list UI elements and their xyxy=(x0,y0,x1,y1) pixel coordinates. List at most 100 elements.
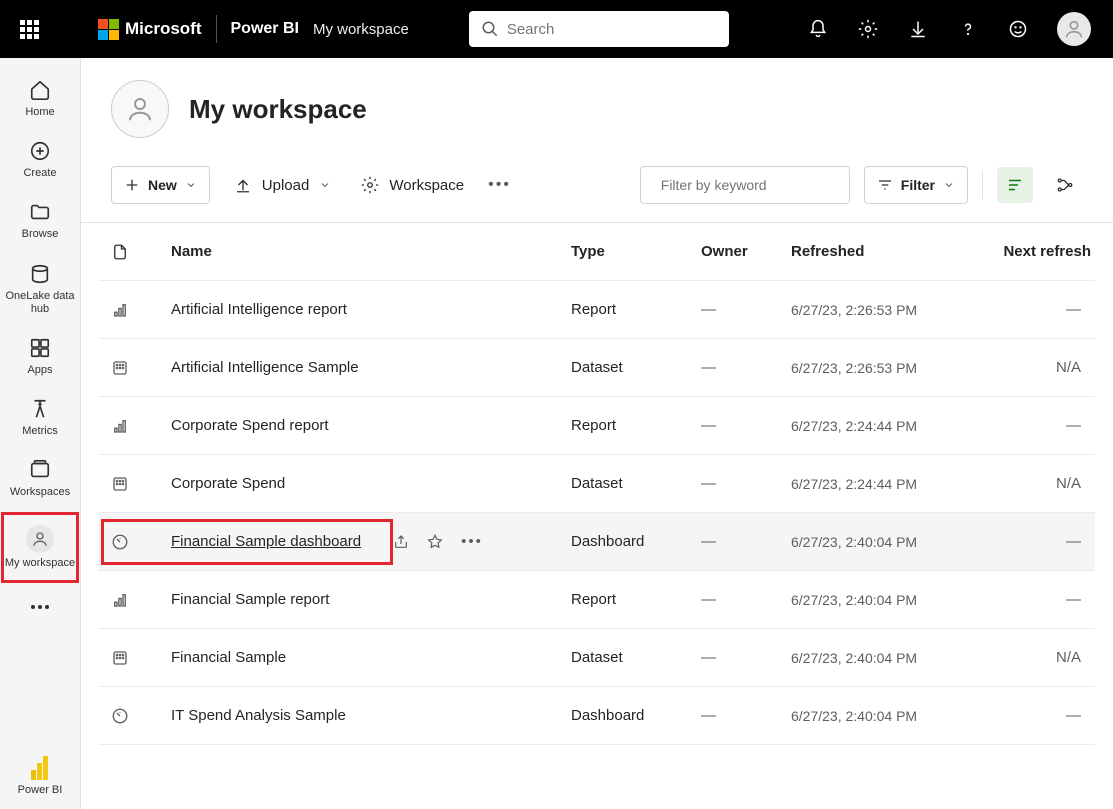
dashboard-icon xyxy=(111,533,171,551)
nav-create[interactable]: Create xyxy=(5,131,75,192)
col-type[interactable]: Type xyxy=(571,243,701,260)
lineage-view-button[interactable] xyxy=(1047,167,1083,203)
chevron-down-icon xyxy=(185,179,197,191)
nav-browse[interactable]: Browse xyxy=(5,192,75,253)
item-name[interactable]: Artificial Intelligence Sample xyxy=(171,359,359,376)
item-next-refresh: N/A xyxy=(961,649,1091,666)
nav-label: Browse xyxy=(22,228,59,241)
item-owner: — xyxy=(701,591,791,608)
report-icon xyxy=(111,301,171,319)
nav-label: Home xyxy=(25,106,54,119)
toolbar: New Upload Workspace ••• Filte xyxy=(81,166,1113,223)
item-type: Dataset xyxy=(571,649,701,666)
item-name[interactable]: IT Spend Analysis Sample xyxy=(171,707,346,724)
global-search[interactable] xyxy=(469,11,729,47)
item-owner: — xyxy=(701,359,791,376)
filter-keyword-field[interactable] xyxy=(661,177,842,193)
item-next-refresh: — xyxy=(961,417,1091,434)
metrics-icon xyxy=(28,397,52,421)
header-actions xyxy=(807,12,1101,46)
nav-my-workspace[interactable]: My workspace xyxy=(1,512,79,583)
nav-apps[interactable]: Apps xyxy=(5,328,75,389)
table-row[interactable]: IT Spend Analysis SampleDashboard—6/27/2… xyxy=(99,687,1095,745)
item-next-refresh: N/A xyxy=(961,359,1091,376)
settings-icon[interactable] xyxy=(857,18,879,40)
dataset-icon xyxy=(111,649,171,667)
col-owner[interactable]: Owner xyxy=(701,243,791,260)
filter-label: Filter xyxy=(901,177,935,193)
item-next-refresh: — xyxy=(961,707,1091,724)
upload-label: Upload xyxy=(262,177,310,194)
item-name[interactable]: Financial Sample dashboard xyxy=(171,533,361,550)
table-row[interactable]: Artificial Intelligence SampleDataset—6/… xyxy=(99,339,1095,397)
nav-workspaces[interactable]: Workspaces xyxy=(5,450,75,511)
col-refreshed[interactable]: Refreshed xyxy=(791,243,961,260)
item-name[interactable]: Corporate Spend report xyxy=(171,417,329,434)
table-row[interactable]: Financial Sample reportReport—6/27/23, 2… xyxy=(99,571,1095,629)
app-launcher-icon[interactable] xyxy=(12,12,46,46)
table-body: Artificial Intelligence reportReport—6/2… xyxy=(99,281,1095,745)
item-owner: — xyxy=(701,707,791,724)
toolbar-more-button[interactable]: ••• xyxy=(488,176,511,194)
new-label: New xyxy=(148,177,177,193)
header-workspace-name: My workspace xyxy=(313,21,409,38)
table-row[interactable]: Financial SampleDataset—6/27/23, 2:40:04… xyxy=(99,629,1095,687)
more-icon xyxy=(28,595,52,619)
list-view-button[interactable] xyxy=(997,167,1033,203)
filter-keyword-input[interactable] xyxy=(640,166,850,204)
item-type: Dataset xyxy=(571,475,701,492)
nav-onelake[interactable]: OneLake data hub xyxy=(5,254,75,328)
workspace-header: My workspace xyxy=(81,80,1113,166)
table-header: Name Type Owner Refreshed Next refresh xyxy=(99,223,1095,281)
nav-powerbi-footer[interactable]: Power BI xyxy=(5,748,75,809)
table-row[interactable]: Financial Sample dashboard•••Dashboard—6… xyxy=(99,513,1095,571)
item-name[interactable]: Artificial Intelligence report xyxy=(171,301,347,318)
search-input[interactable] xyxy=(507,21,717,38)
item-owner: — xyxy=(701,301,791,318)
help-icon[interactable] xyxy=(957,18,979,40)
chevron-down-icon xyxy=(943,179,955,191)
item-name[interactable]: Financial Sample report xyxy=(171,591,329,608)
upload-button[interactable]: Upload xyxy=(228,176,338,194)
item-name[interactable]: Corporate Spend xyxy=(171,475,285,492)
workspace-settings-button[interactable]: Workspace xyxy=(355,176,470,194)
row-more-icon[interactable]: ••• xyxy=(461,533,483,550)
notifications-icon[interactable] xyxy=(807,18,829,40)
filter-button[interactable]: Filter xyxy=(864,166,968,204)
new-button[interactable]: New xyxy=(111,166,210,204)
left-nav: Home Create Browse OneLake data hub Apps… xyxy=(0,58,81,809)
item-type: Report xyxy=(571,591,701,608)
item-refreshed: 6/27/23, 2:40:04 PM xyxy=(791,534,961,550)
nav-metrics[interactable]: Metrics xyxy=(5,389,75,450)
gear-icon xyxy=(361,176,379,194)
col-name[interactable]: Name xyxy=(171,243,571,260)
item-refreshed: 6/27/23, 2:40:04 PM xyxy=(791,708,961,724)
col-icon xyxy=(111,243,171,261)
table-row[interactable]: Corporate Spend reportReport—6/27/23, 2:… xyxy=(99,397,1095,455)
item-owner: — xyxy=(701,533,791,550)
share-icon[interactable] xyxy=(393,534,409,550)
col-next-refresh[interactable]: Next refresh xyxy=(961,243,1091,260)
item-name[interactable]: Financial Sample xyxy=(171,649,286,666)
myworkspace-icon xyxy=(26,525,54,553)
filter-icon xyxy=(877,177,893,193)
table-row[interactable]: Artificial Intelligence reportReport—6/2… xyxy=(99,281,1095,339)
nav-label: Workspaces xyxy=(10,486,70,499)
create-icon xyxy=(28,139,52,163)
content-table: Name Type Owner Refreshed Next refresh A… xyxy=(81,223,1113,745)
microsoft-logo: Microsoft xyxy=(98,19,202,40)
nav-home[interactable]: Home xyxy=(5,70,75,131)
favorite-icon[interactable] xyxy=(427,534,443,550)
separator xyxy=(982,171,983,199)
table-row[interactable]: Corporate SpendDataset—6/27/23, 2:24:44 … xyxy=(99,455,1095,513)
product-name: Power BI xyxy=(231,20,299,38)
nav-more[interactable] xyxy=(5,587,75,631)
download-icon[interactable] xyxy=(907,18,929,40)
item-refreshed: 6/27/23, 2:24:44 PM xyxy=(791,476,961,492)
brand-text: Microsoft xyxy=(125,19,202,39)
user-avatar[interactable] xyxy=(1057,12,1091,46)
nav-label: Create xyxy=(23,167,56,180)
item-refreshed: 6/27/23, 2:26:53 PM xyxy=(791,360,961,376)
feedback-icon[interactable] xyxy=(1007,18,1029,40)
dashboard-icon xyxy=(111,707,171,725)
